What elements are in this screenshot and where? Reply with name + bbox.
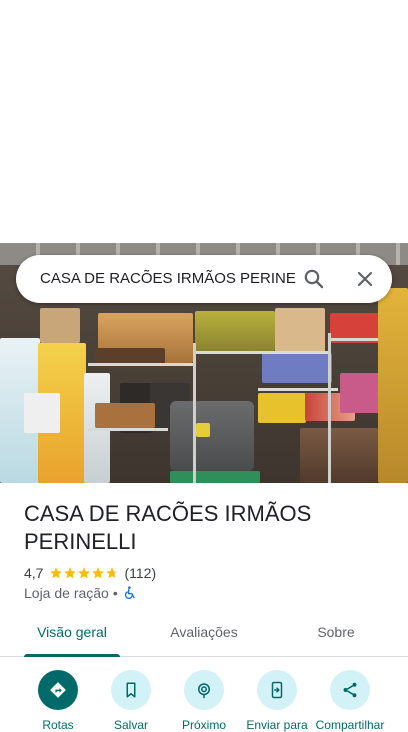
directions-icon: [50, 682, 66, 698]
tab-bar: Visão geral Avaliações Sobre: [0, 612, 408, 657]
close-icon[interactable]: [353, 267, 377, 291]
category-row: Loja de ração •: [24, 583, 138, 603]
tab-reviews[interactable]: Avaliações: [156, 612, 252, 656]
search-box[interactable]: CASA DE RACÕES IRMÃOS PERINEL: [16, 255, 392, 303]
tab-label: Visão geral: [37, 624, 107, 640]
action-label: Salvar: [113, 718, 148, 732]
action-label: Rotas: [42, 718, 74, 732]
star-rating: [49, 566, 119, 580]
search-input[interactable]: CASA DE RACÕES IRMÃOS PERINEL: [40, 269, 296, 289]
send-to-phone-button[interactable]: Enviar para: [241, 670, 313, 732]
star-half-icon: [106, 567, 119, 579]
send-to-phone-icon: [271, 681, 283, 699]
map-blank-area: [0, 0, 408, 243]
action-label: Enviar para: [246, 718, 308, 732]
star-icon: [50, 567, 63, 579]
nearby-button[interactable]: Próximo: [168, 670, 240, 732]
star-icon: [64, 567, 77, 579]
action-label: Próximo: [181, 718, 226, 732]
share-button[interactable]: Compartilhar: [314, 670, 386, 732]
tab-label: Sobre: [317, 624, 355, 640]
review-count: (112): [124, 565, 157, 581]
star-icon: [92, 567, 105, 579]
place-title: CASA DE RACÕES IRMÃOS PERINELLI: [24, 501, 312, 554]
separator-dot: •: [112, 585, 118, 601]
star-icon: [78, 567, 91, 579]
rating-value: 4,7: [24, 565, 44, 581]
share-icon: [343, 682, 357, 698]
directions-button[interactable]: Rotas: [22, 670, 94, 732]
wheelchair-accessible-icon: [122, 585, 138, 601]
nearby-icon: [198, 683, 210, 699]
tab-about[interactable]: Sobre: [288, 612, 384, 656]
rating-row[interactable]: 4,7 (112): [24, 563, 156, 583]
tab-overview[interactable]: Visão geral: [24, 612, 120, 657]
action-label: Compartilhar: [315, 718, 385, 732]
bookmark-icon: [126, 682, 136, 698]
save-button[interactable]: Salvar: [95, 670, 167, 732]
action-bar: Rotas Salvar Próximo Enviar para Compart…: [0, 656, 408, 732]
search-icon[interactable]: [302, 267, 326, 291]
tab-label: Avaliações: [170, 624, 238, 640]
place-category: Loja de ração: [24, 585, 109, 601]
